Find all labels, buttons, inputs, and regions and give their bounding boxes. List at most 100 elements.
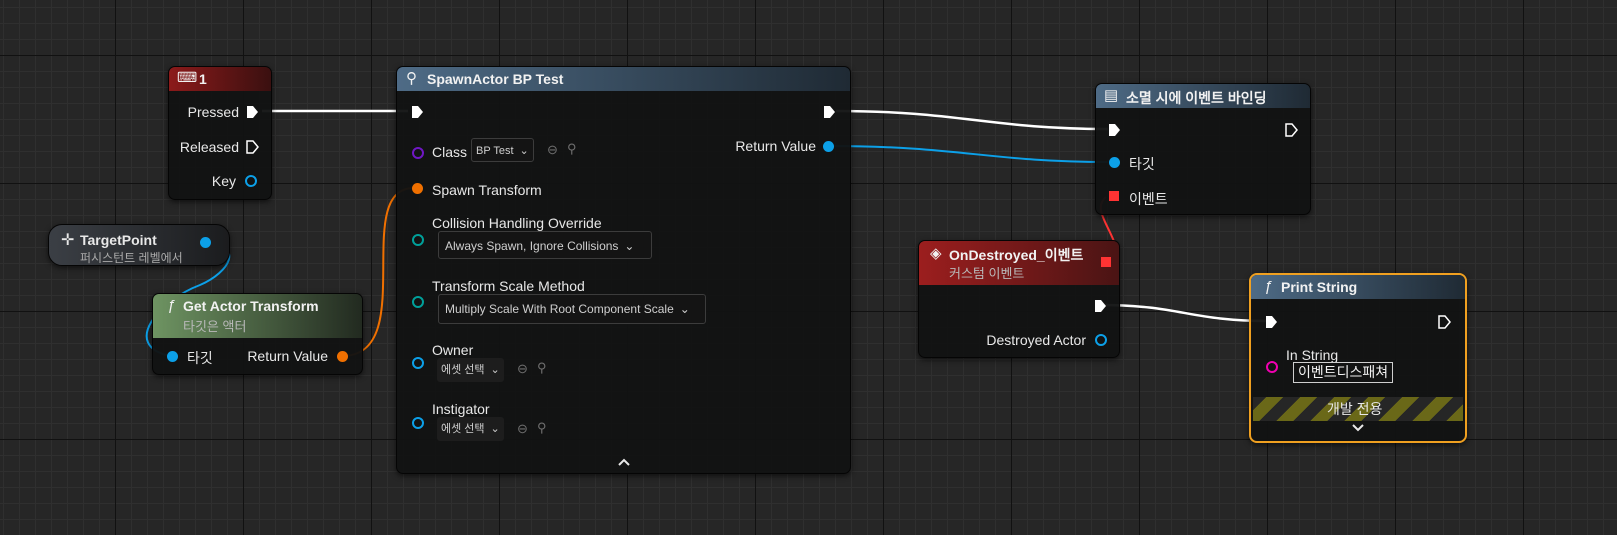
node-header: ◈ OnDestroyed_이벤트 커스텀 이벤트 [919,241,1119,285]
return-value-label: Return Value [247,348,328,364]
owner-pin[interactable] [412,357,424,369]
owner-dropdown[interactable]: 에셋 선택 ⌄ [437,358,504,382]
delegate-out-pin[interactable] [1101,257,1111,267]
node-header: ⌨ 1 [169,67,271,91]
get-actor-transform-node[interactable]: ƒ Get Actor Transform 타깃은 액터 타깃 Return V… [152,293,363,375]
in-string-field[interactable]: 이벤트디스패쳐 [1293,362,1394,383]
node-title: 1 [199,71,207,87]
pressed-label: Pressed [187,104,239,120]
collision-pin[interactable] [412,234,424,246]
development-only-label: 개발 전용 [1327,401,1383,417]
node-subtitle: 타깃은 액터 [183,319,247,334]
custom-event-icon: ◈ [930,245,942,262]
object-wire [828,145,1109,163]
chevron-up-icon[interactable] [617,457,631,467]
owner-dropdown-value: 에셋 선택 [441,364,485,376]
node-title: Print String [1281,279,1358,295]
collision-label: Collision Handling Override [432,215,602,231]
instigator-pin[interactable] [412,417,424,429]
exec-out-pin[interactable] [823,105,836,119]
exec-out-pin[interactable] [1094,299,1107,313]
instigator-label: Instigator [432,401,490,417]
node-header: ƒ Get Actor Transform 타깃은 액터 [153,294,362,338]
destroyed-actor-label: Destroyed Actor [986,332,1086,348]
owner-label: Owner [432,342,474,358]
print-string-node[interactable]: ƒ Print String In String 이벤트디스패쳐 개발 전용 [1249,273,1467,443]
browse-icon[interactable]: ⚲ [537,420,547,436]
exec-wire [1099,303,1269,323]
chevron-down-icon: ⌄ [624,239,635,253]
chevron-down-icon[interactable] [1351,423,1365,433]
keyboard-icon: ⌨ [177,69,198,85]
chevron-down-icon: ⌄ [679,302,690,316]
class-dropdown-value: BP Test [476,145,514,157]
return-value-label: Return Value [735,138,816,154]
released-label: Released [179,139,239,155]
target-point-node[interactable]: ✛ TargetPoint 퍼시스턴트 레벨에서 [48,224,230,266]
scale-method-label: Transform Scale Method [432,278,585,294]
pressed-exec-pin[interactable] [246,105,259,119]
node-title: TargetPoint [80,232,157,248]
target-point-out-pin[interactable] [200,237,211,248]
released-exec-pin[interactable] [246,140,259,154]
exec-out-pin[interactable] [1285,123,1298,137]
class-pin[interactable] [412,147,424,159]
destroyed-actor-pin[interactable] [1095,334,1107,346]
target-pin[interactable] [1109,157,1120,168]
spawn-actor-icon: ⚲ [406,70,417,87]
browse-icon[interactable]: ⚲ [567,141,577,157]
exec-in-pin[interactable] [1108,123,1121,137]
key-input-node[interactable]: ⌨ 1 Pressed Released Key [168,66,272,200]
scale-method-pin[interactable] [412,296,424,308]
blueprint-graph[interactable]: ⌨ 1 Pressed Released Key ✛ TargetPoint 퍼… [0,0,1617,535]
node-title: Get Actor Transform [183,298,319,314]
in-string-pin[interactable] [1266,361,1278,373]
chevron-down-icon: ⌄ [519,145,529,157]
node-header: ⚲ SpawnActor BP Test [397,67,850,91]
chevron-down-icon: ⌄ [490,364,500,376]
use-selected-icon[interactable]: ⊖ [517,361,528,377]
instigator-dropdown-value: 에셋 선택 [441,423,485,435]
instigator-dropdown[interactable]: 에셋 선택 ⌄ [437,417,504,441]
target-in-pin[interactable] [167,351,178,362]
exec-in-pin[interactable] [1265,315,1278,329]
class-label: Class [432,144,468,160]
node-subtitle: 퍼시스턴트 레벨에서 [80,251,183,265]
spawn-transform-label: Spawn Transform [432,182,542,198]
on-destroyed-event-node[interactable]: ◈ OnDestroyed_이벤트 커스텀 이벤트 Destroyed Acto… [918,240,1120,358]
return-value-pin[interactable] [823,141,834,152]
target-label: 타깃 [1129,156,1155,172]
function-icon: ƒ [1264,278,1273,295]
event-label: 이벤트 [1129,191,1168,207]
crosshair-icon: ✛ [61,232,75,249]
browse-icon[interactable]: ⚲ [537,360,547,376]
node-header: ƒ Print String [1251,275,1465,299]
spawn-transform-pin[interactable] [412,183,423,194]
key-label: Key [211,173,236,189]
key-pin[interactable] [245,175,257,187]
chevron-down-icon: ⌄ [490,423,500,435]
use-selected-icon[interactable]: ⊖ [547,142,558,158]
exec-in-pin[interactable] [411,105,424,119]
node-title: SpawnActor BP Test [427,71,564,87]
node-title: 소멸 시에 이벤트 바인딩 [1126,90,1267,106]
target-label: 타깃 [187,350,213,366]
collision-dropdown[interactable]: Always Spawn, Ignore Collisions ⌄ [438,231,652,259]
delegate-pin[interactable] [1109,191,1119,201]
spawn-actor-node[interactable]: ⚲ SpawnActor BP Test Class BP Test ⌄ ⊖ ⚲ … [396,66,851,474]
scale-method-dropdown[interactable]: Multiply Scale With Root Component Scale… [438,294,706,324]
class-dropdown[interactable]: BP Test ⌄ [471,138,534,162]
return-value-pin[interactable] [337,351,348,362]
function-icon: ƒ [167,297,176,314]
node-subtitle: 커스텀 이벤트 [949,266,1025,281]
event-binding-icon: ▤ [1104,87,1119,104]
node-title: OnDestroyed_이벤트 [949,247,1084,263]
bind-event-node[interactable]: ▤ 소멸 시에 이벤트 바인딩 타깃 이벤트 [1095,83,1311,215]
collision-dropdown-value: Always Spawn, Ignore Collisions [445,239,619,253]
node-header: ▤ 소멸 시에 이벤트 바인딩 [1096,84,1310,108]
exec-out-pin[interactable] [1438,315,1451,329]
in-string-label: In String [1286,347,1339,363]
exec-wire [835,109,1109,131]
use-selected-icon[interactable]: ⊖ [517,421,528,437]
scale-method-dropdown-value: Multiply Scale With Root Component Scale [445,302,674,316]
